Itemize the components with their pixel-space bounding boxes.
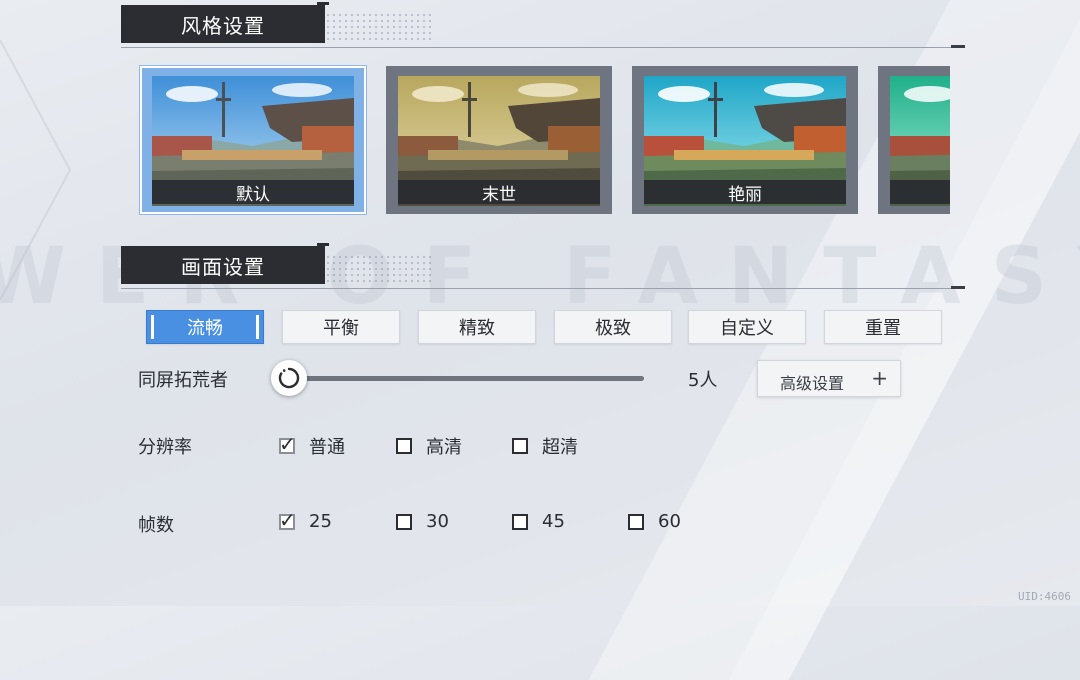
checkbox[interactable]: [512, 438, 528, 454]
option-label: 超清: [542, 437, 578, 458]
option-label: 45: [542, 511, 565, 532]
same-screen-players-slider-track[interactable]: [290, 376, 644, 381]
plus-icon: +: [871, 366, 888, 390]
graphics-section-title: 画面设置: [181, 254, 265, 279]
option-label: 60: [658, 511, 681, 532]
option-label: 高清: [426, 437, 462, 458]
option-label: 普通: [309, 437, 345, 458]
quality-tab-balanced[interactable]: 平衡: [282, 310, 400, 344]
checkbox[interactable]: [396, 438, 412, 454]
quality-tab-custom[interactable]: 自定义: [688, 310, 806, 344]
option-label: 30: [426, 511, 449, 532]
frame-rate-label: 帧数: [138, 515, 174, 536]
style-section-header: 风格设置: [121, 2, 329, 43]
style-preset-default[interactable]: 默认: [140, 66, 366, 214]
resolution-option-hd[interactable]: 高清: [396, 433, 462, 459]
style-preset-label: [890, 180, 950, 204]
advanced-settings-button[interactable]: 高级设置 +: [757, 360, 901, 397]
checkbox[interactable]: [628, 513, 644, 530]
section-divider: [121, 288, 963, 289]
style-section-title: 风格设置: [181, 13, 265, 38]
same-screen-players-label: 同屏拓荒者: [138, 370, 228, 391]
loading-ring-icon: [278, 367, 300, 389]
checkmark-icon: ✓: [279, 432, 296, 456]
frame-rate-option-60[interactable]: 60: [628, 511, 681, 532]
style-preset-label: 艳丽: [644, 180, 846, 205]
same-screen-players-slider-knob[interactable]: [271, 360, 307, 396]
resolution-option-ultra[interactable]: 超清: [512, 433, 578, 459]
style-preset-4[interactable]: [878, 66, 950, 214]
frame-rate-option-45[interactable]: 45: [512, 511, 565, 532]
option-label: 25: [309, 511, 332, 532]
style-preset-apocalypse[interactable]: 末世: [386, 66, 612, 214]
quality-tab-ultimate[interactable]: 极致: [554, 310, 672, 344]
section-divider: [121, 47, 963, 48]
checkmark-icon: ✓: [279, 507, 296, 532]
uid-watermark: UID:4606: [1018, 590, 1071, 603]
advanced-settings-label: 高级设置: [780, 374, 845, 393]
same-screen-players-value: 5人: [688, 370, 718, 391]
dot-pattern: [325, 12, 435, 42]
style-preset-label: 默认: [152, 180, 354, 205]
resolution-label: 分辨率: [138, 437, 192, 458]
checkbox[interactable]: [396, 513, 412, 530]
quality-tab-smooth[interactable]: 流畅: [146, 310, 264, 344]
quality-tab-reset[interactable]: 重置: [824, 310, 942, 344]
graphics-section-header: 画面设置: [121, 243, 329, 284]
resolution-option-normal[interactable]: ✓ 普通: [279, 433, 345, 459]
style-preset-label: 末世: [398, 180, 600, 205]
checkbox[interactable]: [512, 513, 528, 530]
background-chevron: [0, 40, 72, 300]
frame-rate-option-30[interactable]: 30: [396, 511, 449, 532]
frame-rate-option-25[interactable]: ✓ 25: [279, 510, 332, 532]
checkbox[interactable]: ✓: [279, 434, 296, 454]
dot-pattern: [325, 254, 435, 284]
checkbox[interactable]: ✓: [279, 510, 296, 530]
quality-tab-fine[interactable]: 精致: [418, 310, 536, 344]
style-preset-list: 默认 末世 艳丽: [138, 64, 950, 218]
style-preset-vivid[interactable]: 艳丽: [632, 66, 858, 214]
